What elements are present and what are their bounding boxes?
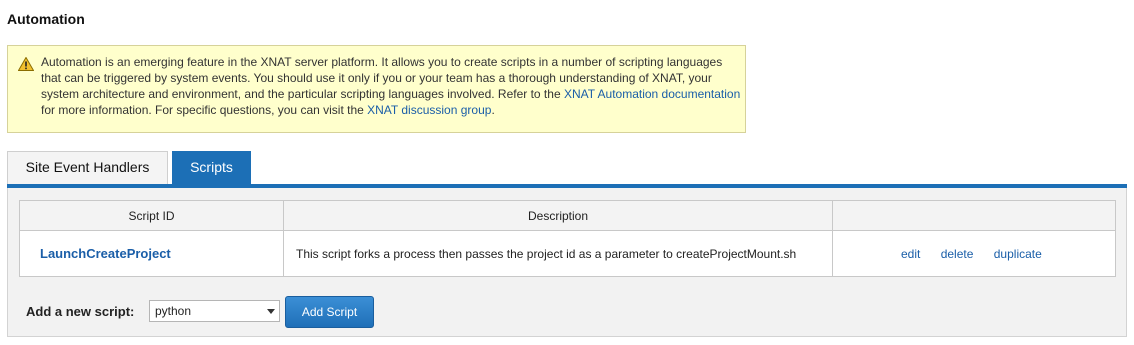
discussion-group-link[interactable]: XNAT discussion group [367, 103, 491, 117]
duplicate-link[interactable]: duplicate [994, 247, 1042, 261]
table-header-row: Script ID Description [19, 200, 1116, 231]
language-select-value: python [155, 304, 192, 318]
scripts-panel: Script ID Description LaunchCreateProjec… [7, 188, 1127, 337]
language-select[interactable]: python [149, 300, 280, 322]
warning-banner: Automation is an emerging feature in the… [7, 45, 746, 133]
add-script-label: Add a new script: [26, 304, 135, 319]
edit-link[interactable]: edit [901, 247, 920, 261]
scripts-table: Script ID Description LaunchCreateProjec… [19, 200, 1116, 277]
script-id-link[interactable]: LaunchCreateProject [19, 230, 284, 277]
header-description: Description [283, 200, 833, 231]
delete-link[interactable]: delete [941, 247, 974, 261]
automation-docs-link[interactable]: XNAT Automation documentation [564, 87, 740, 101]
chevron-down-icon [267, 309, 275, 314]
warning-text-part-2: for more information. For specific quest… [41, 103, 368, 117]
row-actions: edit delete duplicate [832, 230, 1116, 277]
tab-scripts[interactable]: Scripts [172, 151, 251, 184]
header-actions [832, 200, 1116, 231]
page-title: Automation [7, 11, 85, 27]
warning-triangle-icon [18, 57, 34, 71]
table-row: LaunchCreateProject This script forks a … [19, 230, 1116, 277]
warning-text: Automation is an emerging feature in the… [41, 54, 741, 118]
header-script-id: Script ID [19, 200, 284, 231]
tab-site-event-handlers[interactable]: Site Event Handlers [7, 151, 168, 184]
add-script-button[interactable]: Add Script [285, 296, 374, 328]
script-description: This script forks a process then passes … [283, 230, 833, 277]
warning-text-part-3: . [491, 103, 495, 117]
